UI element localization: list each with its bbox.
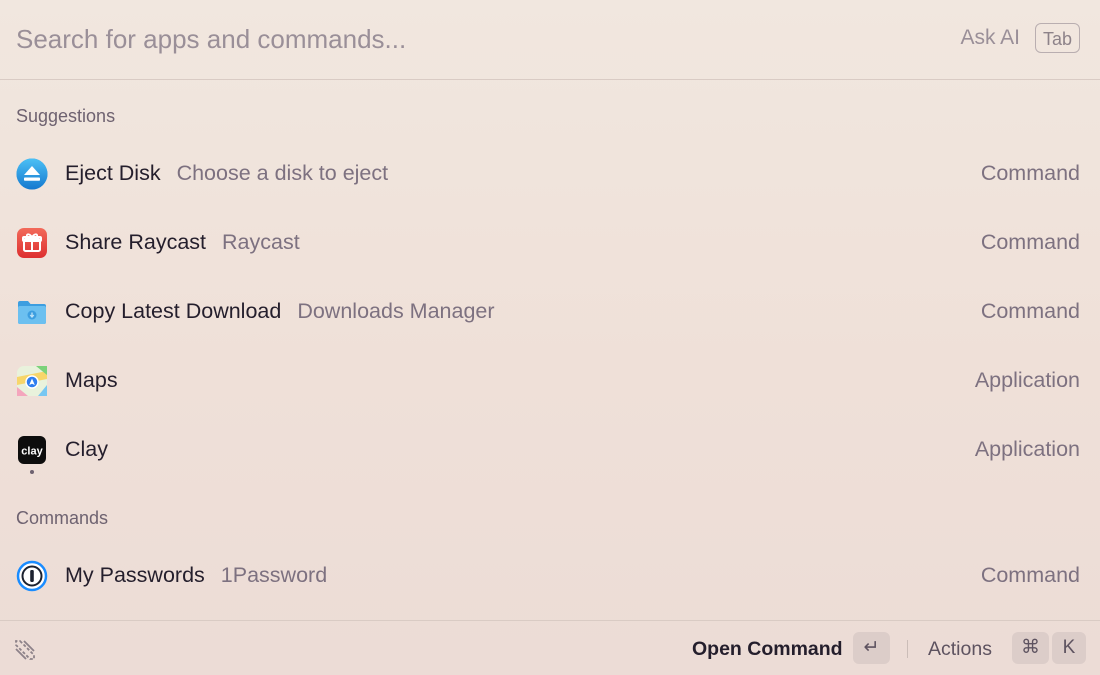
list-item-subtitle: Downloads Manager	[297, 299, 495, 323]
enter-key-hint: ↵	[853, 632, 890, 664]
footer-divider	[907, 640, 908, 658]
list-item-title: Share Raycast Raycast	[65, 230, 300, 254]
actions-button[interactable]: Actions	[928, 638, 992, 661]
list-item-title: My Passwords 1Password	[65, 563, 328, 587]
eject-icon	[16, 158, 48, 190]
list-item-share-raycast[interactable]: Share Raycast Raycast Command	[0, 215, 1100, 271]
search-input[interactable]	[16, 18, 876, 60]
cmd-key-hint: ⌘	[1012, 632, 1049, 664]
list-item-type: Command	[980, 161, 1080, 185]
clay-app-icon: clay	[18, 436, 46, 464]
list-item-type: Application	[974, 437, 1080, 461]
list-item-type: Command	[980, 230, 1080, 254]
section-header-suggestions: Suggestions	[16, 106, 116, 126]
list-item-subtitle: Choose a disk to eject	[176, 161, 389, 185]
list-item-type: Command	[980, 563, 1080, 587]
list-item-copy-latest-download[interactable]: Copy Latest Download Downloads Manager Co…	[0, 284, 1100, 340]
running-indicator-dot	[30, 470, 34, 474]
list-item-my-passwords[interactable]: My Passwords 1Password Command	[0, 548, 1100, 604]
gift-icon	[17, 228, 47, 258]
svg-text:clay: clay	[21, 446, 43, 458]
list-item-type: Command	[980, 299, 1080, 323]
section-header-commands: Commands	[16, 508, 109, 528]
list-item-title: Copy Latest Download Downloads Manager	[65, 299, 495, 323]
list-item-maps[interactable]: Maps Application	[0, 353, 1100, 409]
ask-ai-button[interactable]: Ask AI	[960, 26, 1020, 50]
list-item-clay[interactable]: clay Clay Application	[0, 422, 1100, 478]
list-item-title: Maps	[65, 368, 118, 392]
raycast-logo-icon[interactable]	[12, 637, 38, 663]
list-item-title: Eject Disk Choose a disk to eject	[65, 161, 389, 185]
footer-bar: Open Command ↵ Actions ⌘ K	[0, 620, 1100, 675]
search-bar: Ask AI Tab	[0, 0, 1100, 80]
tab-key-hint: Tab	[1034, 23, 1080, 53]
folder-download-icon	[18, 301, 46, 324]
k-key-hint: K	[1052, 632, 1086, 664]
list-item-subtitle: Raycast	[222, 230, 300, 254]
maps-app-icon	[17, 366, 47, 396]
list-item-subtitle: 1Password	[220, 563, 328, 587]
list-item-title: Clay	[65, 437, 109, 461]
open-command-button[interactable]: Open Command	[692, 638, 843, 661]
onepassword-icon	[16, 560, 48, 592]
list-item-eject-disk[interactable]: Eject Disk Choose a disk to eject Command	[0, 146, 1100, 202]
list-item-type: Application	[974, 368, 1080, 392]
